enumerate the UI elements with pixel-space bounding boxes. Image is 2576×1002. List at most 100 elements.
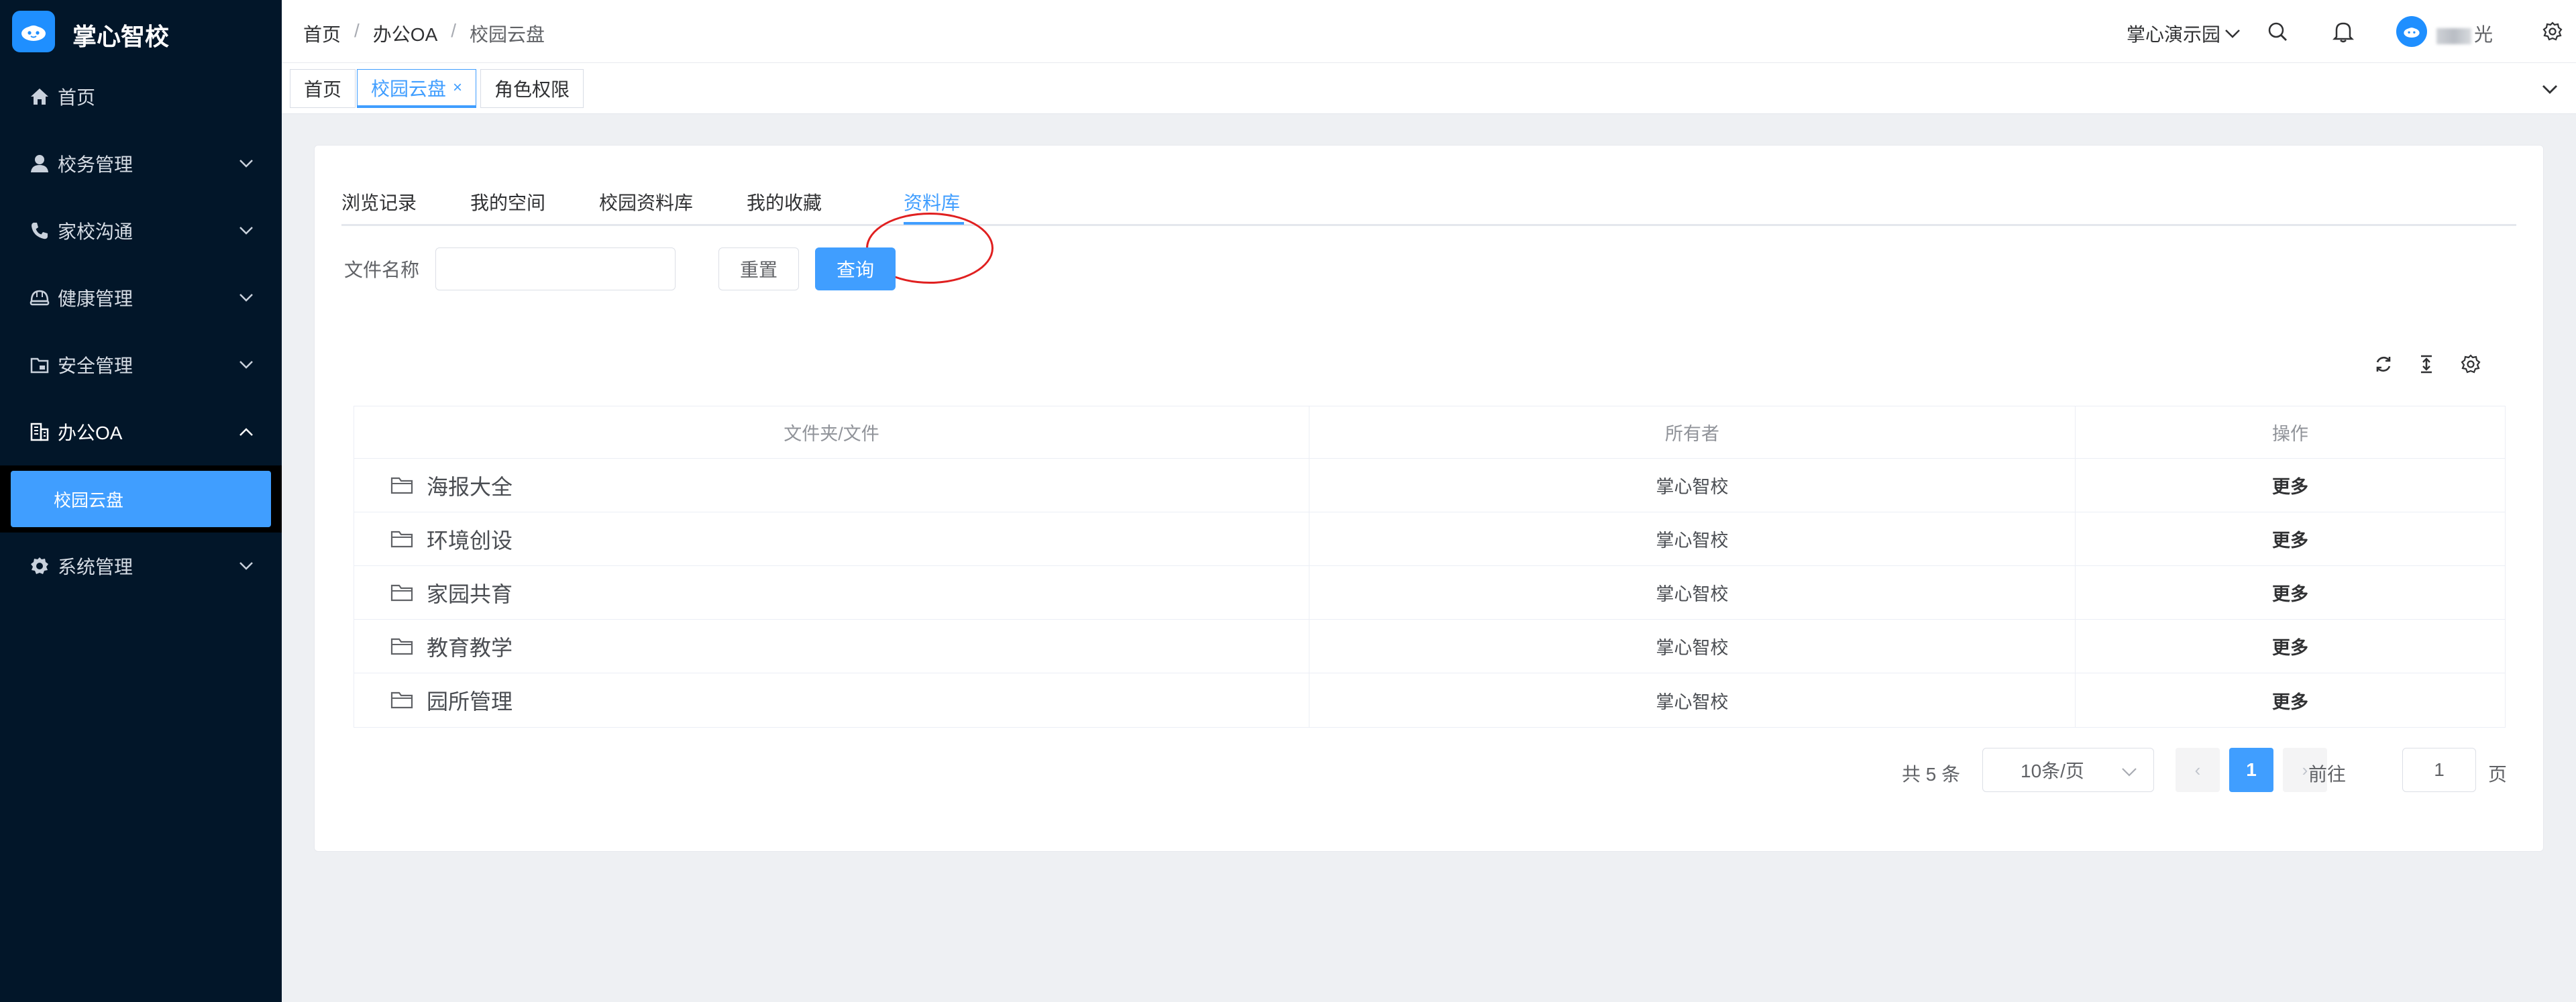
table-row[interactable]: 教育教学 掌心智校 更多 (354, 620, 2505, 673)
school-selector[interactable]: 掌心演示园 (2127, 20, 2241, 47)
goto-label: 前往 (2308, 764, 2347, 785)
sidebar-item-label: 系统管理 (58, 557, 133, 577)
more-action[interactable]: 更多 (2076, 620, 2505, 673)
file-name-cell[interactable]: 教育教学 (354, 620, 1309, 673)
username-suffix: 光 (2474, 24, 2493, 45)
breadcrumb-item-oa[interactable]: 办公OA (373, 20, 437, 47)
breadcrumb-item-home[interactable]: 首页 (303, 20, 341, 47)
search-icon[interactable] (2265, 19, 2290, 44)
file-name-cell[interactable]: 环境创设 (354, 512, 1309, 565)
column-header-actions: 操作 (2272, 424, 2308, 444)
pagination-total: 共 5 条 (1902, 764, 1961, 785)
tab-label: 角色权限 (494, 79, 570, 100)
goto-page-input[interactable] (2402, 748, 2476, 792)
page-size-value: 10条/页 (2021, 761, 2084, 781)
table-row[interactable]: 环境创设 掌心智校 更多 (354, 512, 2505, 566)
file-name-cell[interactable]: 园所管理 (354, 673, 1309, 727)
owner-cell: 掌心智校 (1309, 673, 2076, 727)
table-header: 文件夹/文件 所有者 操作 (354, 406, 2505, 459)
folder-icon (390, 636, 415, 657)
subtab-library[interactable]: 资料库 (904, 188, 960, 215)
filename-input[interactable] (435, 247, 676, 290)
user-icon (28, 152, 51, 175)
sidebar-item-label: 办公OA (58, 423, 123, 443)
sidebar-item-safety[interactable]: 安全管理 (0, 331, 282, 398)
username[interactable]: 光 (2436, 20, 2493, 47)
sidebar-item-office-oa[interactable]: 办公OA (0, 398, 282, 465)
sidebar-item-system[interactable]: 系统管理 (0, 533, 282, 600)
tab-home[interactable]: 首页 (290, 69, 356, 108)
settings-icon[interactable] (2457, 351, 2484, 378)
sidebar-item-label: 家校沟通 (58, 221, 133, 242)
sidebar-item-school-affairs[interactable]: 校务管理 (0, 130, 282, 197)
page-suffix: 页 (2488, 764, 2508, 785)
subtab-my-space[interactable]: 我的空间 (470, 188, 545, 215)
more-action[interactable]: 更多 (2076, 566, 2505, 619)
chevron-down-icon (2121, 761, 2137, 782)
folder-icon (390, 583, 415, 603)
sidebar-item-campus-cloud[interactable]: 校园云盘 (11, 471, 271, 527)
more-action[interactable]: 更多 (2076, 512, 2505, 565)
reset-button[interactable]: 重置 (718, 247, 799, 290)
owner-cell: 掌心智校 (1309, 459, 2076, 512)
subtab-my-favorites[interactable]: 我的收藏 (747, 188, 822, 215)
sidebar-item-label: 校园云盘 (54, 490, 124, 510)
file-name: 家园共育 (427, 581, 513, 606)
chevron-down-icon (236, 221, 256, 241)
page-number-current[interactable]: 1 (2229, 748, 2273, 792)
subtabs: 浏览记录 我的空间 校园资料库 我的收藏 资料库 (341, 186, 2516, 284)
bell-icon[interactable] (2330, 19, 2356, 44)
tab-campus-cloud[interactable]: 校园云盘 × (357, 69, 477, 108)
query-button[interactable]: 查询 (815, 247, 896, 290)
tab-label: 首页 (304, 79, 342, 100)
sidebar-item-home[interactable]: 首页 (0, 63, 282, 130)
home-icon (28, 85, 51, 108)
column-header-name: 文件夹/文件 (354, 406, 1309, 458)
column-header-owner: 所有者 (1309, 406, 2076, 458)
table-row[interactable]: 家园共育 掌心智校 更多 (354, 566, 2505, 620)
file-name: 环境创设 (427, 528, 513, 553)
file-name-cell[interactable]: 家园共育 (354, 566, 1309, 619)
folder-icon (390, 529, 415, 549)
breadcrumb: 首页 / 办公OA / 校园云盘 (303, 20, 545, 47)
page-size-select[interactable]: 10条/页 (1982, 748, 2154, 792)
filename-label: 文件名称 (344, 260, 420, 280)
chevron-up-icon (236, 422, 256, 442)
avatar[interactable] (2396, 16, 2427, 47)
file-name: 园所管理 (427, 689, 513, 714)
chevron-down-icon (236, 355, 256, 375)
chevron-down-icon (236, 154, 256, 174)
subtab-browse-history[interactable]: 浏览记录 (341, 188, 417, 215)
chevron-down-icon[interactable] (2538, 78, 2561, 101)
more-action[interactable]: 更多 (2076, 459, 2505, 512)
refresh-icon[interactable] (2370, 351, 2397, 378)
tab-role-permissions[interactable]: 角色权限 (480, 69, 584, 108)
redacted-name (2436, 27, 2471, 44)
prev-page-button[interactable]: ‹ (2176, 748, 2220, 792)
sidebar-item-label: 安全管理 (58, 355, 133, 376)
sidebar-item-home-school[interactable]: 家校沟通 (0, 197, 282, 264)
top-header: 首页 / 办公OA / 校园云盘 掌心演示园 光 (282, 0, 2576, 63)
breadcrumb-separator: / (451, 20, 457, 41)
table-row[interactable]: 园所管理 掌心智校 更多 (354, 673, 2505, 727)
owner-cell: 掌心智校 (1309, 512, 2076, 565)
subtab-campus-library[interactable]: 校园资料库 (599, 188, 693, 215)
sidebar-item-label: 校务管理 (58, 154, 133, 175)
close-icon[interactable]: × (453, 78, 462, 97)
owner-cell: 掌心智校 (1309, 620, 2076, 673)
sidebar: 掌心智校 首页 校务管理 家校沟通 健康管理 安全管理 办公OA 校园云盘 系统… (0, 0, 282, 1002)
logo-icon (12, 11, 55, 52)
sidebar-item-label: 健康管理 (58, 288, 133, 309)
gear-icon[interactable] (2540, 19, 2565, 44)
sidebar-item-health[interactable]: 健康管理 (0, 264, 282, 331)
app-title: 掌心智校 (72, 23, 170, 50)
file-name-cell[interactable]: 海报大全 (354, 459, 1309, 512)
gear-icon (28, 555, 51, 577)
file-name: 教育教学 (427, 635, 513, 660)
more-action[interactable]: 更多 (2076, 673, 2505, 727)
table-row[interactable]: 海报大全 掌心智校 更多 (354, 459, 2505, 512)
tabs-bar: 首页 校园云盘 × 角色权限 (282, 63, 2576, 114)
column-height-icon[interactable] (2413, 351, 2440, 378)
folder-icon (390, 476, 415, 496)
app-logo[interactable]: 掌心智校 (0, 0, 282, 63)
